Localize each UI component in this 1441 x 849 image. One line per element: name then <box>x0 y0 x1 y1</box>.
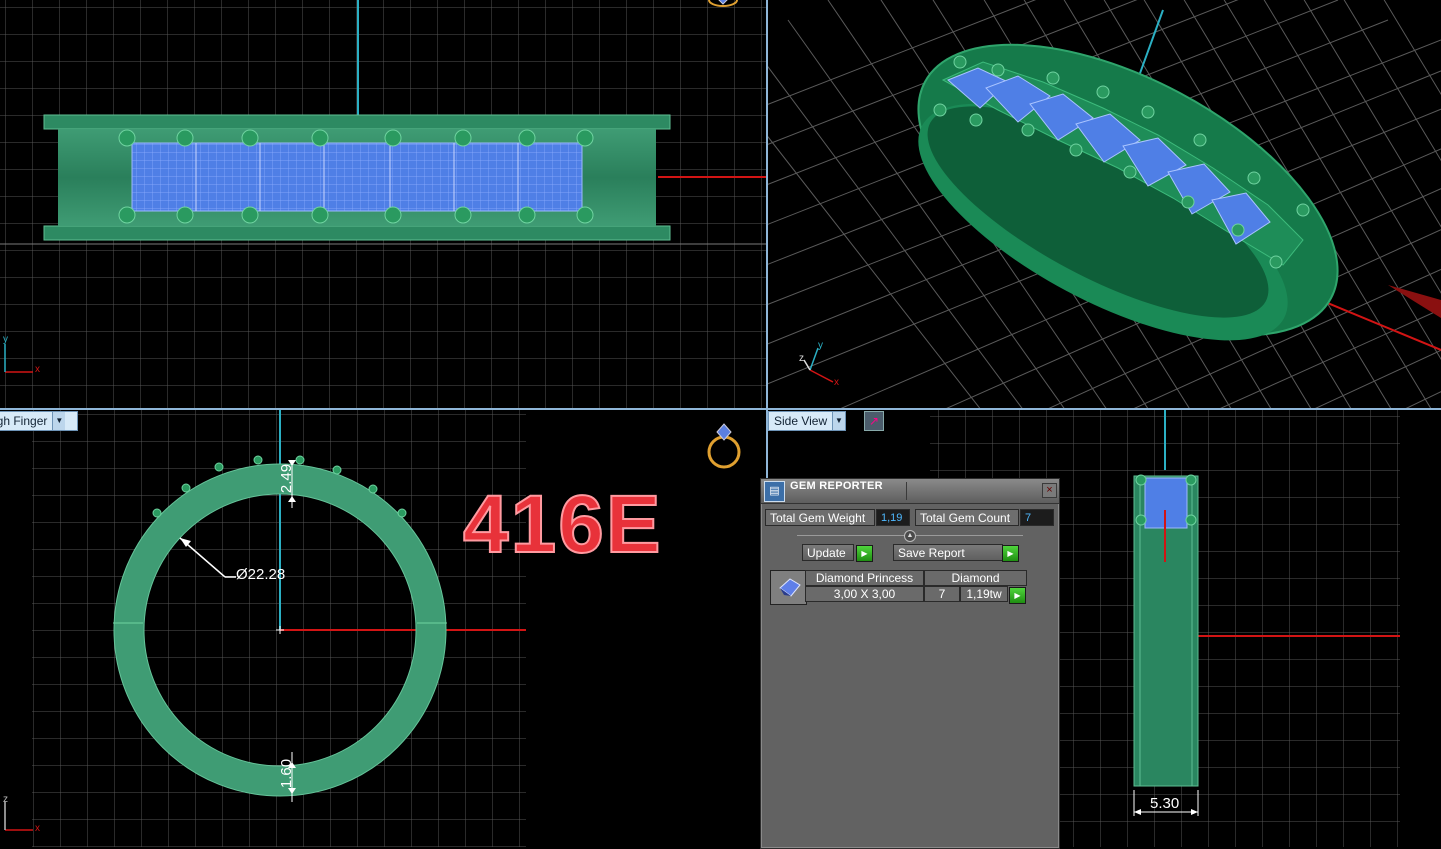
x-axis-label: x <box>834 377 839 388</box>
total-weight-value: 1,19 <box>876 509 910 526</box>
perspective-viewport[interactable]: x y z <box>768 0 1441 408</box>
panel-title: GEM REPORTER <box>790 480 883 492</box>
y-axis-label: y <box>818 340 823 351</box>
perspective-canvas <box>768 0 1441 408</box>
total-count-value: 7 <box>1020 509 1054 526</box>
band-top-rail <box>43 114 671 130</box>
gem-size-cell: 3,00 X 3,00 <box>805 586 924 602</box>
diameter-dimension: Ø22.28 <box>236 566 286 583</box>
view-selector-top[interactable]: ugh Finger ▼ <box>0 411 78 431</box>
top-view-canvas <box>4 410 526 847</box>
band-bottom-rail <box>43 225 671 241</box>
gem-reporter-app-icon: ▤ <box>764 481 785 502</box>
play-icon[interactable]: ▶ <box>1009 587 1026 604</box>
bottom-thickness-dimension: 1.60 <box>278 758 296 789</box>
update-button[interactable]: Update <box>802 544 854 561</box>
viewport-splitter-horizontal[interactable] <box>0 408 1441 410</box>
gem-weight-cell: 1,19tw <box>960 586 1008 602</box>
collapse-toggle-icon[interactable]: ▲ <box>904 530 916 542</box>
play-icon[interactable]: ▶ <box>856 545 873 562</box>
model-number-label: 416E <box>462 479 663 570</box>
x-axis-label: x <box>35 823 40 834</box>
axis-triad <box>803 347 834 383</box>
top-viewport[interactable]: ugh Finger ▼ Ø22.28 2.49 1.60 x z <box>0 410 766 847</box>
play-icon[interactable]: ▶ <box>1002 545 1019 562</box>
gem-name-cell: Diamond Princess <box>805 570 924 586</box>
ring-model <box>917 43 1339 341</box>
cursor-tool-icon[interactable]: ↗ <box>864 411 884 431</box>
gem-row <box>131 142 583 212</box>
dropdown-arrow-icon[interactable]: ▼ <box>52 412 66 430</box>
x-axis-label: x <box>35 364 40 375</box>
width-dimension: 5.30 <box>1150 795 1180 812</box>
z-axis-label: z <box>3 794 8 805</box>
total-count-label: Total Gem Count <box>915 509 1019 526</box>
close-icon[interactable]: × <box>1042 483 1057 498</box>
front-viewport[interactable]: x y <box>0 0 766 408</box>
gem-material-cell: Diamond <box>924 570 1027 586</box>
gem-count-cell: 7 <box>924 586 960 602</box>
total-weight-label: Total Gem Weight <box>765 509 875 526</box>
view-selector-label: Side View <box>774 414 828 428</box>
ring-icon[interactable] <box>704 420 746 472</box>
top-thickness-dimension: 2.49 <box>278 463 296 494</box>
gem-reporter-panel: ▤ GEM REPORTER × Total Gem Weight 1,19 T… <box>760 478 1060 849</box>
y-axis-label: y <box>3 334 8 345</box>
save-report-button[interactable]: Save Report <box>893 544 1003 561</box>
axis-triad <box>4 802 33 831</box>
dropdown-arrow-icon[interactable]: ▼ <box>832 412 845 430</box>
front-view-canvas <box>0 0 766 408</box>
z-axis-label: z <box>799 353 804 364</box>
view-selector-side[interactable]: Side View ▼ <box>768 411 846 431</box>
princess-diamond-icon <box>770 570 807 605</box>
gem-reporter-titlebar[interactable]: ▤ GEM REPORTER × <box>761 479 1059 504</box>
view-selector-label: ugh Finger <box>0 414 48 428</box>
